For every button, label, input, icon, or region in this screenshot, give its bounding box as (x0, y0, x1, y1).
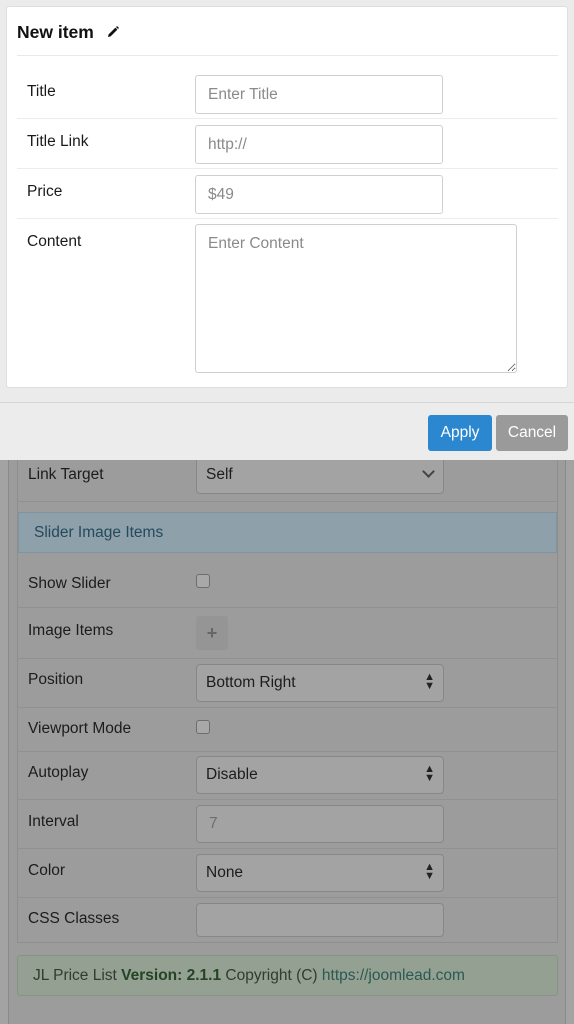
title-link-label: Title Link (27, 133, 89, 150)
viewport-mode-checkbox[interactable] (196, 720, 210, 734)
viewport-mode-label: Viewport Mode (28, 720, 132, 737)
show-slider-row: Show Slider (18, 553, 557, 608)
new-item-modal: New item Title Title Link Price Content (0, 0, 574, 460)
show-slider-checkbox[interactable] (196, 574, 210, 588)
autoplay-select[interactable]: Disable ▲ ▼ (196, 756, 444, 794)
copyright-text: Copyright (C) (225, 967, 318, 984)
header-divider (17, 55, 558, 56)
title-link-row: Title Link (17, 119, 558, 169)
css-classes-input[interactable] (196, 903, 444, 937)
joomlead-link[interactable]: https://joomlead.com (322, 967, 465, 984)
link-target-label: Link Target (28, 466, 104, 483)
image-items-row: Image Items + (18, 608, 557, 659)
add-image-item-button[interactable]: + (196, 616, 228, 650)
title-link-input[interactable] (195, 125, 443, 164)
modal-body: New item Title Title Link Price Content (6, 6, 568, 388)
position-value: Bottom Right (206, 674, 296, 691)
title-label: Title (27, 83, 56, 100)
product-name: JL Price List (33, 967, 117, 984)
css-classes-label: CSS Classes (28, 910, 120, 927)
select-arrows-icon: ▲ ▼ (424, 763, 435, 784)
interval-label: Interval (28, 813, 79, 830)
settings-panel: Link Target Self Slider Image Items Show… (8, 440, 566, 1024)
modal-header: New item (17, 22, 119, 44)
select-arrows-icon: ▲ ▼ (424, 861, 435, 882)
modal-footer: Apply Cancel (0, 402, 574, 460)
price-row: Price (17, 169, 558, 219)
content-label: Content (27, 233, 82, 250)
chevron-down-icon (422, 465, 435, 478)
link-target-select[interactable]: Self (196, 456, 444, 494)
position-row: Position Bottom Right ▲ ▼ (18, 659, 557, 708)
cancel-button[interactable]: Cancel (496, 415, 568, 451)
viewport-mode-row: Viewport Mode (18, 708, 557, 752)
link-target-value: Self (206, 466, 233, 483)
color-value: None (206, 864, 244, 881)
color-select[interactable]: None ▲ ▼ (196, 854, 444, 892)
version-label: Version: 2.1.1 (121, 967, 222, 984)
color-row: Color None ▲ ▼ (18, 849, 557, 898)
slider-image-items-heading: Slider Image Items (18, 512, 557, 553)
color-label: Color (28, 862, 66, 879)
content-textarea[interactable] (195, 224, 517, 373)
autoplay-row: Autoplay Disable ▲ ▼ (18, 752, 557, 800)
position-label: Position (28, 671, 84, 688)
version-footer: JL Price List Version: 2.1.1 Copyright (… (17, 955, 558, 996)
settings-form: Link Target Self Slider Image Items Show… (17, 440, 558, 943)
title-row: Title (17, 69, 558, 119)
autoplay-value: Disable (206, 766, 258, 783)
apply-button[interactable]: Apply (428, 415, 492, 451)
interval-input[interactable]: 7 (196, 805, 444, 843)
position-select[interactable]: Bottom Right ▲ ▼ (196, 664, 444, 702)
interval-row: Interval 7 (18, 800, 557, 849)
select-arrows-icon: ▲ ▼ (424, 671, 435, 692)
content-row: Content (17, 219, 558, 377)
modal-title: New item (17, 22, 94, 42)
pencil-icon (107, 22, 119, 43)
show-slider-label: Show Slider (28, 575, 111, 592)
title-input[interactable] (195, 75, 443, 114)
price-input[interactable] (195, 175, 443, 214)
price-label: Price (27, 183, 63, 200)
image-items-label: Image Items (28, 622, 114, 639)
autoplay-label: Autoplay (28, 764, 89, 781)
css-classes-row: CSS Classes (18, 898, 557, 943)
